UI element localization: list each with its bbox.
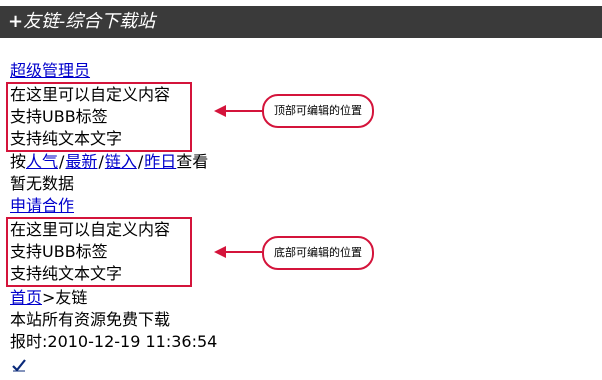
empty-text: 暂无数据 (10, 174, 75, 193)
sort-separator: / (98, 152, 104, 171)
sort-newest-link[interactable]: 最新 (65, 152, 97, 171)
admin-link[interactable]: 超级管理员 (10, 60, 90, 82)
plus-symbol: + (8, 11, 24, 32)
top-editable-note: 顶部可编辑的位置 (262, 94, 374, 128)
page-title: 友链-综合下载站 (23, 11, 156, 32)
sort-bar: 按人气/最新/链入/昨日查看 (10, 151, 208, 173)
bottom-editable-note: 底部可编辑的位置 (262, 236, 374, 270)
apply-cooperation-link[interactable]: 申请合作 (10, 195, 74, 217)
sort-prefix: 按 (10, 152, 27, 171)
top-arrow-icon (214, 105, 262, 117)
page-header: +友链-综合下载站 (0, 6, 602, 38)
sort-yesterday-link[interactable]: 昨日 (144, 152, 176, 171)
bottom-arrow-icon (214, 246, 262, 258)
bottom-editable-highlight (6, 217, 192, 287)
sort-inbound-link[interactable]: 链入 (105, 152, 137, 171)
top-editable-highlight (6, 82, 192, 152)
sort-popular-link[interactable]: 人气 (26, 152, 58, 171)
time-report: 报时:2010-12-19 11:36:54 (10, 332, 218, 351)
sort-suffix: 查看 (176, 152, 209, 171)
breadcrumb-separator: > (42, 288, 56, 307)
free-download-text: 本站所有资源免费下载 (10, 310, 171, 329)
breadcrumb-current: 友链 (55, 288, 88, 307)
check-mark-icon[interactable] (12, 358, 26, 372)
breadcrumb-home-link[interactable]: 首页 (10, 288, 42, 307)
breadcrumb: 首页>友链 (10, 287, 87, 309)
